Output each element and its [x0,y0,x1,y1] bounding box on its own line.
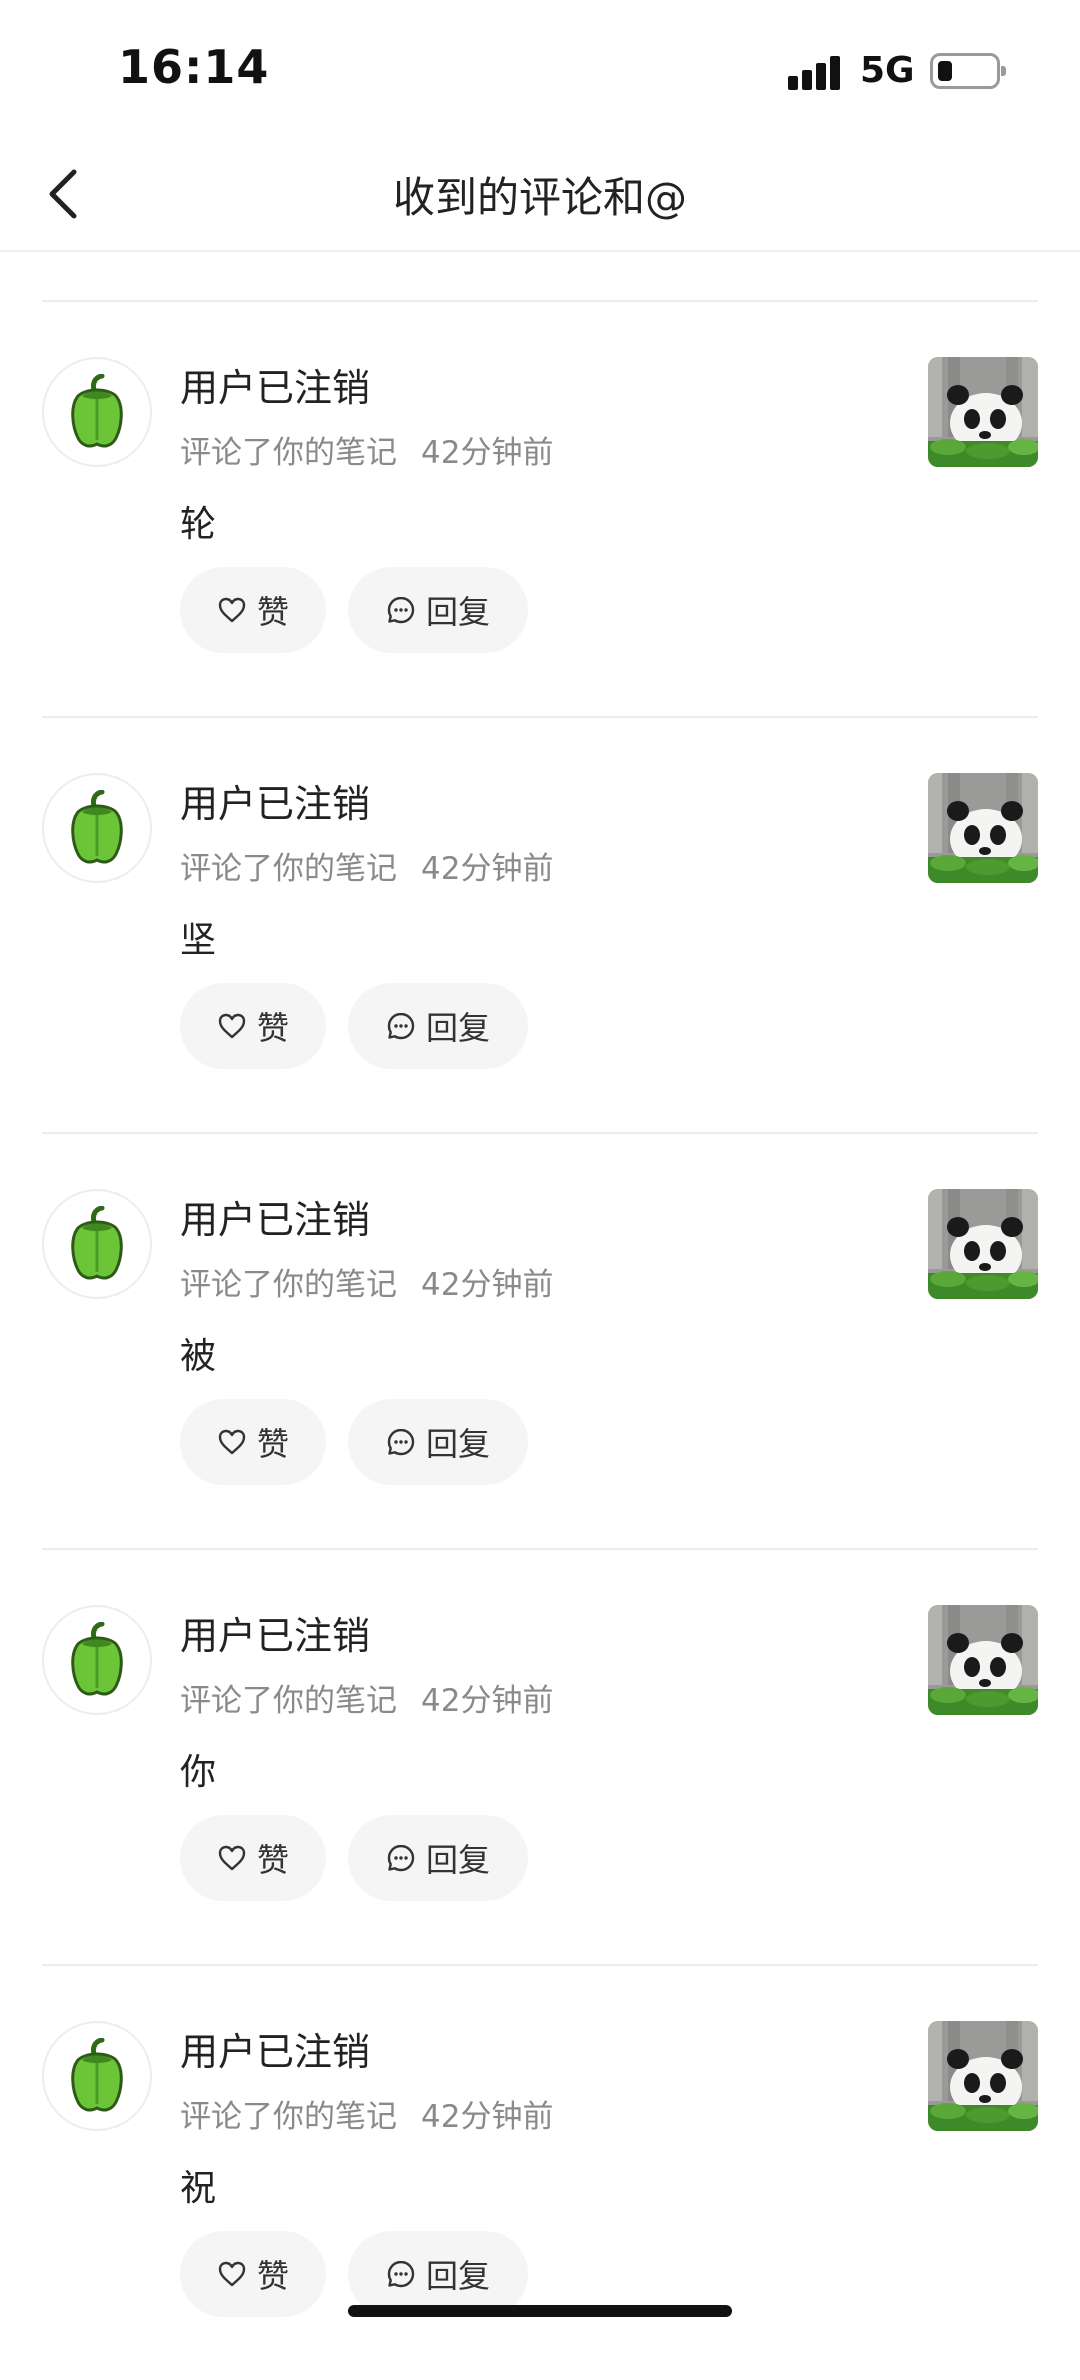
reply-label: 回复 [425,2257,490,2295]
navigation-bar: 收到的评论和@ [0,140,1080,252]
like-label: 赞 [256,593,289,631]
notification-meta: 评论了你的笔记 42分钟前 [180,2091,553,2136]
like-button[interactable]: 赞 [180,983,326,1069]
time-ago: 42分钟前 [421,2099,554,2135]
home-indicator [348,2305,732,2317]
reply-label: 回复 [425,593,490,631]
signal-icon [788,54,848,90]
reply-button[interactable]: 回复 [348,567,528,653]
panda-photo [928,357,1038,467]
avatar[interactable] [42,1189,152,1299]
heart-icon [218,1845,246,1871]
battery-icon [930,53,1006,89]
action-text: 评论了你的笔记 [180,2099,397,2135]
comment-text: 被 [180,1336,217,1377]
heart-icon [218,1429,246,1455]
panda-photo [928,1605,1038,1715]
action-text: 评论了你的笔记 [180,435,397,471]
time-ago: 42分钟前 [421,851,554,887]
comment-text: 祝 [180,2168,217,2209]
time-ago: 42分钟前 [421,1683,554,1719]
like-label: 赞 [256,2257,289,2295]
action-text: 评论了你的笔记 [180,1683,397,1719]
comment-text: 轮 [180,504,217,545]
like-button[interactable]: 赞 [180,1815,326,1901]
comment-bubble-icon [387,1428,415,1456]
notification-item[interactable]: 用户已注销 评论了你的笔记 42分钟前 你 赞 回复 [0,1550,1080,1964]
like-label: 赞 [256,1425,289,1463]
avatar[interactable] [42,773,152,883]
note-thumbnail[interactable] [928,773,1038,883]
status-bar: 16:14 5G [0,0,1080,140]
avatar[interactable] [42,357,152,467]
panda-photo [928,773,1038,883]
reply-button[interactable]: 回复 [348,1815,528,1901]
comment-bubble-icon [387,596,415,624]
comment-bubble-icon [387,1012,415,1040]
notification-meta: 评论了你的笔记 42分钟前 [180,843,553,888]
username[interactable]: 用户已注销 [180,1189,370,1244]
reply-label: 回复 [425,1841,490,1879]
reply-label: 回复 [425,1009,490,1047]
username[interactable]: 用户已注销 [180,773,370,828]
reply-button[interactable]: 回复 [348,1399,528,1485]
notification-meta: 评论了你的笔记 42分钟前 [180,427,553,472]
username[interactable]: 用户已注销 [180,2021,370,2076]
panda-photo [928,2021,1038,2131]
notification-meta: 评论了你的笔记 42分钟前 [180,1259,553,1304]
time-ago: 42分钟前 [421,1267,554,1303]
like-button[interactable]: 赞 [180,2231,326,2317]
notification-item[interactable]: 用户已注销 评论了你的笔记 42分钟前 轮 赞 回复 [0,302,1080,716]
green-pepper-icon [71,790,123,864]
comment-bubble-icon [387,2260,415,2288]
heart-icon [218,597,246,623]
reply-button[interactable]: 回复 [348,983,528,1069]
comment-text: 你 [180,1752,217,1793]
comment-bubble-icon [387,1844,415,1872]
page-title: 收到的评论和@ [392,173,687,222]
notification-item[interactable]: 用户已注销 评论了你的笔记 42分钟前 祝 赞 回复 [0,1966,1080,2380]
status-time: 16:14 [118,40,270,94]
action-text: 评论了你的笔记 [180,851,397,887]
notification-meta: 评论了你的笔记 42分钟前 [180,1675,553,1720]
username[interactable]: 用户已注销 [180,1605,370,1660]
reply-label: 回复 [425,1425,490,1463]
note-thumbnail[interactable] [928,1189,1038,1299]
username[interactable]: 用户已注销 [180,357,370,412]
note-thumbnail[interactable] [928,357,1038,467]
notification-item[interactable]: 用户已注销 评论了你的笔记 42分钟前 被 赞 回复 [0,1134,1080,1548]
heart-icon [218,1013,246,1039]
avatar[interactable] [42,1605,152,1715]
like-button[interactable]: 赞 [180,1399,326,1485]
green-pepper-icon [71,1622,123,1696]
note-thumbnail[interactable] [928,1605,1038,1715]
notification-item[interactable]: 用户已注销 评论了你的笔记 42分钟前 坚 赞 回复 [0,718,1080,1132]
avatar[interactable] [42,2021,152,2131]
panda-photo [928,1189,1038,1299]
network-type: 5G [860,50,915,91]
green-pepper-icon [71,1206,123,1280]
comment-text: 坚 [180,920,217,961]
like-button[interactable]: 赞 [180,567,326,653]
like-label: 赞 [256,1009,289,1047]
note-thumbnail[interactable] [928,2021,1038,2131]
action-text: 评论了你的笔记 [180,1267,397,1303]
heart-icon [218,2261,246,2287]
green-pepper-icon [71,374,123,448]
green-pepper-icon [71,2038,123,2112]
like-label: 赞 [256,1841,289,1879]
time-ago: 42分钟前 [421,435,554,471]
